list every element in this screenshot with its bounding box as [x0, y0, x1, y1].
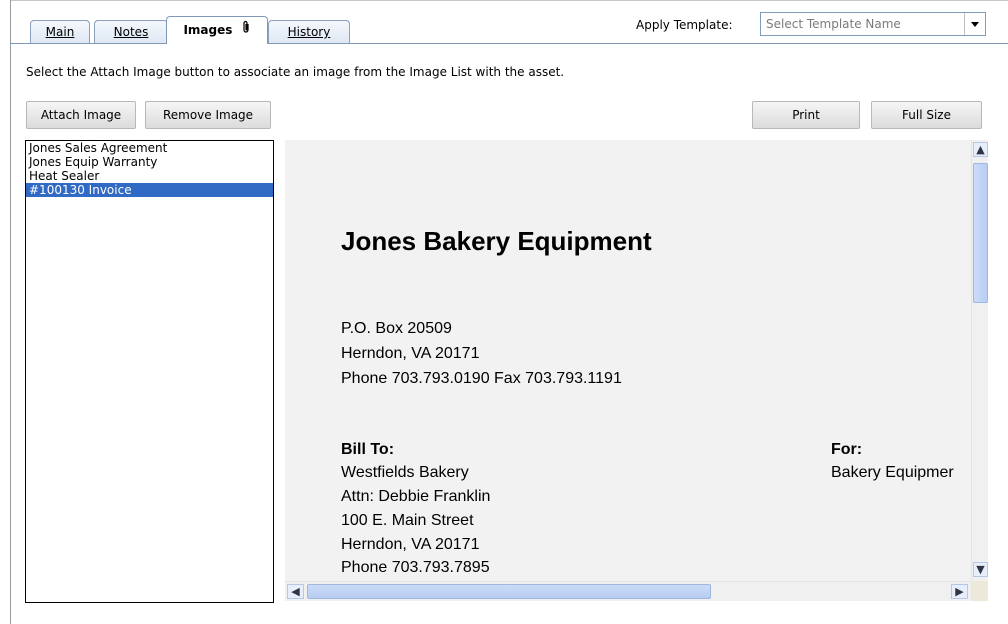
horizontal-scrollbar[interactable]: ◀ ▶ — [285, 581, 971, 601]
list-item[interactable]: Heat Sealer — [26, 169, 273, 183]
list-item[interactable]: Jones Sales Agreement — [26, 141, 273, 155]
scroll-down-button[interactable]: ▼ — [973, 562, 988, 577]
tab-images[interactable]: Images — [166, 16, 268, 44]
document-address-line: Herndon, VA 20171 — [341, 345, 480, 362]
template-select[interactable]: Select Template Name — [760, 12, 986, 36]
attach-image-button[interactable]: Attach Image — [26, 101, 136, 129]
full-size-button[interactable]: Full Size — [871, 101, 982, 129]
image-list[interactable]: Jones Sales Agreement Jones Equip Warran… — [25, 140, 274, 603]
bill-to-line: Phone 703.793.7895 — [341, 559, 490, 576]
document-address-line: P.O. Box 20509 — [341, 320, 452, 337]
chevron-right-icon: ▶ — [955, 585, 964, 598]
bill-to-line: Herndon, VA 20171 — [341, 536, 480, 553]
image-viewer: Jones Bakery Equipment P.O. Box 20509 He… — [285, 140, 971, 581]
window-top-border — [10, 0, 1008, 1]
vertical-scroll-thumb[interactable] — [973, 163, 988, 303]
chevron-left-icon: ◀ — [291, 585, 300, 598]
document-company-name: Jones Bakery Equipment — [341, 226, 652, 256]
chevron-down-icon: ▼ — [976, 563, 985, 576]
document-phone-line: Phone 703.793.0190 Fax 703.793.1191 — [341, 370, 622, 387]
scroll-up-button[interactable]: ▲ — [973, 142, 988, 157]
horizontal-scroll-thumb[interactable] — [307, 584, 711, 599]
template-select-placeholder: Select Template Name — [766, 17, 901, 31]
scroll-right-button[interactable]: ▶ — [951, 584, 968, 599]
tab-history[interactable]: History — [268, 20, 350, 43]
list-item-selected[interactable]: #100130 Invoice — [26, 183, 273, 197]
chevron-up-icon: ▲ — [976, 143, 985, 156]
list-item[interactable]: Jones Equip Warranty — [26, 155, 273, 169]
apply-template-label: Apply Template: — [636, 18, 733, 32]
print-button[interactable]: Print — [752, 101, 860, 129]
for-heading: For: — [831, 441, 863, 458]
tab-strip: Main Notes Images History — [14, 16, 374, 44]
paperclip-icon — [241, 17, 251, 44]
window-left-border — [10, 0, 11, 624]
vertical-scrollbar[interactable]: ▲ ▼ — [971, 140, 988, 581]
bill-to-line: Attn: Debbie Franklin — [341, 488, 491, 505]
for-value: Bakery Equipmer — [831, 464, 954, 481]
tab-main[interactable]: Main — [30, 20, 90, 43]
chevron-down-icon[interactable] — [964, 13, 985, 35]
remove-image-button[interactable]: Remove Image — [145, 101, 271, 129]
scroll-left-button[interactable]: ◀ — [287, 584, 304, 599]
tab-underline — [10, 43, 1008, 44]
instructions-text: Select the Attach Image button to associ… — [26, 65, 565, 79]
scrollbar-corner — [971, 581, 988, 601]
tab-notes[interactable]: Notes — [94, 20, 168, 43]
bill-to-line: 100 E. Main Street — [341, 512, 474, 529]
bill-to-line: Westfields Bakery — [341, 464, 469, 481]
bill-to-heading: Bill To: — [341, 441, 395, 458]
